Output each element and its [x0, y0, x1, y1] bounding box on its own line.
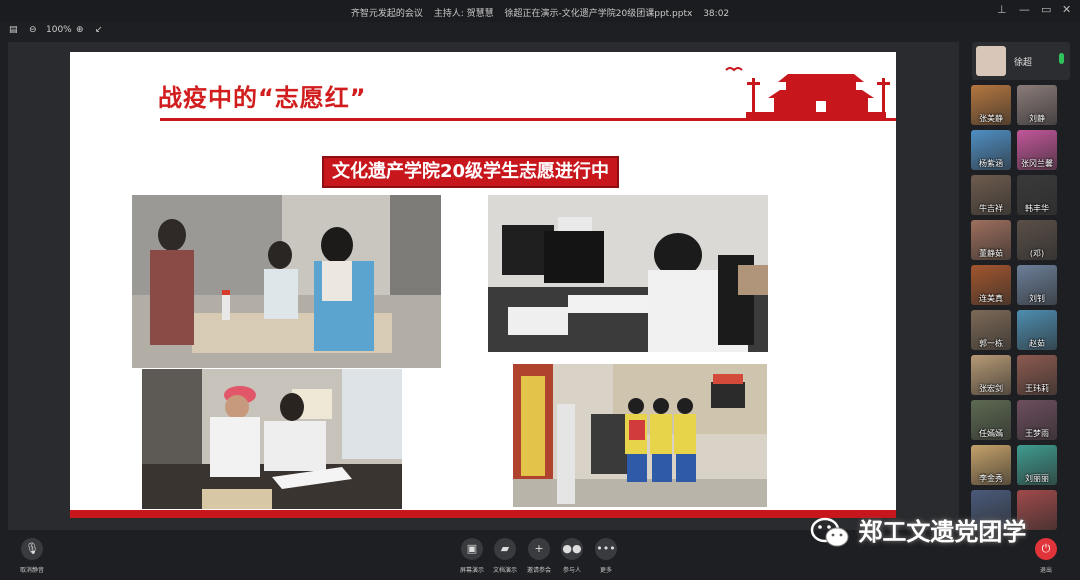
close-icon[interactable]: ✕: [1062, 3, 1071, 16]
zoom-in-icon[interactable]: ⊕: [76, 25, 84, 35]
leave-label: 退出: [1039, 567, 1052, 574]
participant-tile[interactable]: 张冈兰馨: [1017, 130, 1057, 170]
photo-registration-desk: [132, 195, 441, 368]
participant-tile[interactable]: 韩丰华: [1017, 175, 1057, 215]
leave-button[interactable]: ⏻ 退出: [1023, 538, 1069, 574]
participant-name: 刘静: [1029, 114, 1045, 123]
pin-icon[interactable]: ⊥: [997, 3, 1007, 16]
participant-name: 李金秀: [979, 474, 1003, 483]
screen-share-icon: ▣: [461, 538, 483, 560]
folder-icon: ▰: [494, 538, 516, 560]
slide-title: 战疫中的“志愿红”: [158, 84, 367, 112]
participant-tile[interactable]: 赵茹: [1017, 310, 1057, 350]
mic-muted-icon: 🎙: [21, 538, 43, 560]
participant-name: 郭一栋: [979, 339, 1003, 348]
participant-tile[interactable]: 刘静: [1017, 85, 1057, 125]
more-label: 更多: [599, 567, 612, 574]
participant-tile[interactable]: 王玮莉: [1017, 355, 1057, 395]
participant-tile[interactable]: 王梦雨: [1017, 400, 1057, 440]
mic-active-icon: [1059, 53, 1064, 64]
zoom-level: 100%: [46, 25, 72, 35]
content-toolbar: ▤ ⊖ 100% ⊕ ↙ ≡: [0, 22, 980, 40]
participant-tile[interactable]: 郭一栋: [971, 310, 1011, 350]
more-button[interactable]: ••• 更多: [583, 538, 629, 574]
title-bar: 齐智元发起的会议 主持人: 贺慧慧 徐超正在演示-文化遗产学院20级团课ppt.…: [0, 0, 1080, 22]
photo-consultation: [142, 369, 402, 509]
participant-name: 张冈兰馨: [1021, 159, 1053, 168]
maximize-icon[interactable]: ▭: [1041, 3, 1051, 16]
participant-name: 牛吉祥: [979, 204, 1003, 213]
participant-tile[interactable]: 张宏剑: [971, 355, 1011, 395]
zoom-out-icon[interactable]: ⊖: [29, 25, 37, 35]
participant-sidebar: 徐超 张美静 刘静杨紫涵 张冈兰馨牛吉祥 韩丰华董静茹 (邓) 连美真 刘钊郭一栋 赵茹张宏剑…: [963, 22, 1080, 530]
photo-students-outdoors: [513, 364, 767, 507]
participant-tile[interactable]: 任嫣嫣: [971, 400, 1011, 440]
participant-name: 韩丰华: [1025, 204, 1049, 213]
meeting-timer: 38:02: [703, 9, 730, 19]
participant-name: (邓): [1029, 249, 1045, 258]
participant-name: 任嫣嫣: [979, 429, 1003, 438]
meeting-name: 齐智元发起的会议: [350, 9, 423, 19]
photo-student-at-desk: [488, 195, 768, 352]
slide-banner: 文化遗产学院20级学生志愿进行中: [322, 156, 620, 188]
unmute-label: 取消静音: [19, 567, 44, 574]
wechat-watermark: 郑工文遗党团学: [810, 512, 1026, 552]
self-name: 徐超: [1014, 58, 1033, 68]
participant-tile[interactable]: 张美静: [971, 85, 1011, 125]
participant-tile[interactable]: 连美真: [971, 265, 1011, 305]
participant-name: 刘丽丽: [1025, 474, 1049, 483]
watermark-text: 郑工文遗党团学: [858, 518, 1027, 546]
collapse-icon[interactable]: ↙: [95, 25, 103, 35]
meeting-info: 齐智元发起的会议 主持人: 贺慧慧 徐超正在演示-文化遗产学院20级团课ppt.…: [0, 6, 1080, 19]
unmute-button[interactable]: 🎙 取消静音: [9, 538, 55, 574]
participant-name: 杨紫涵: [979, 159, 1003, 168]
presentation-slide: 战疫中的“志愿红” 文化遗产学院20级学生志愿进行中: [70, 52, 896, 518]
participant-name: 张美静: [979, 114, 1003, 123]
host-label: 主持人: 贺慧慧: [433, 9, 494, 19]
presenting-label: 徐超正在演示-文化遗产学院20级团课ppt.pptx: [504, 9, 693, 19]
title-divider: [160, 118, 896, 121]
participant-name: 王梦雨: [1025, 429, 1049, 438]
participant-name: 张宏剑: [979, 384, 1003, 393]
minimize-icon[interactable]: —: [1019, 3, 1030, 16]
participant-name: 连美真: [979, 294, 1003, 303]
self-video-tile[interactable]: 徐超: [972, 42, 1070, 80]
tiananmen-icon: [725, 67, 890, 120]
sidebar-toggle-icon[interactable]: ▤: [9, 25, 18, 35]
participant-tile[interactable]: 杨紫涵: [971, 130, 1011, 170]
participant-tile[interactable]: 刘钊: [1017, 265, 1057, 305]
wechat-icon: [810, 517, 849, 547]
participant-name: 王玮莉: [1025, 384, 1049, 393]
people-icon: ●●: [561, 538, 583, 560]
slide-bottom-rule: [70, 510, 896, 518]
more-icon: •••: [595, 538, 617, 560]
participant-name: 刘钊: [1029, 294, 1045, 303]
participant-tile[interactable]: 刘丽丽: [1017, 445, 1057, 485]
avatar: [976, 46, 1006, 76]
power-icon: ⏻: [1035, 538, 1057, 560]
participant-tile[interactable]: 李金秀: [971, 445, 1011, 485]
add-person-icon: +: [528, 538, 550, 560]
participant-name: 董静茹: [979, 249, 1003, 258]
participant-tile[interactable]: 董静茹: [971, 220, 1011, 260]
participant-name: 赵茹: [1029, 339, 1045, 348]
participant-tile[interactable]: (邓): [1017, 220, 1057, 260]
participant-tile[interactable]: 牛吉祥: [971, 175, 1011, 215]
